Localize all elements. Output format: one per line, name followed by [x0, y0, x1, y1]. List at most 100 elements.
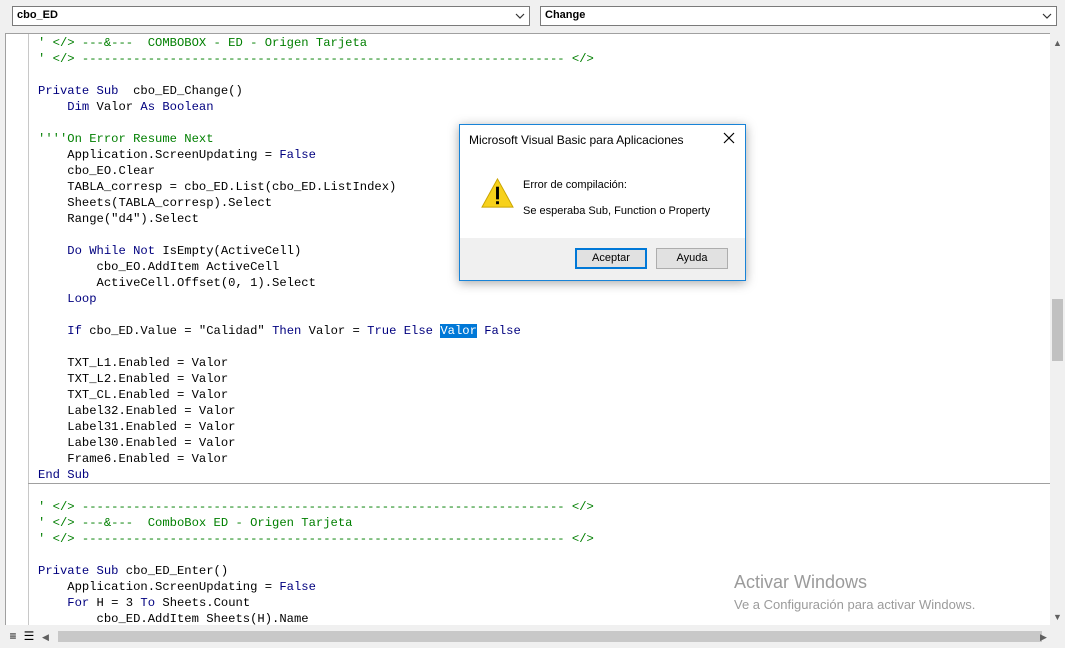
full-module-view-icon[interactable]: ☰ — [22, 629, 36, 643]
scroll-down-icon[interactable]: ▼ — [1050, 611, 1065, 623]
code-token: False — [484, 324, 521, 338]
code-line[interactable]: End Sub — [38, 467, 1051, 483]
code-line[interactable]: ' </> ---&--- COMBOBOX - ED - Origen Tar… — [38, 35, 1051, 51]
code-token: Valor — [89, 100, 141, 114]
code-token: Loop — [67, 292, 97, 306]
code-token: If — [67, 324, 82, 338]
code-line[interactable]: Label31.Enabled = Valor — [38, 419, 1051, 435]
object-combobox-value: cbo_ED — [17, 9, 58, 21]
scroll-up-icon[interactable]: ▲ — [1050, 37, 1065, 49]
selected-text: Valor — [440, 324, 477, 338]
code-line[interactable]: Label30.Enabled = Valor — [38, 435, 1051, 451]
code-token: cbo_ED_Change() — [118, 84, 243, 98]
error-detail: Se esperaba Sub, Function o Property — [523, 205, 711, 217]
vertical-scroll-thumb[interactable] — [1052, 299, 1063, 361]
code-token: cbo_EO.Clear — [38, 164, 156, 178]
activation-watermark-title: Activar Windows — [734, 572, 868, 592]
code-editor[interactable]: ' </> ---&--- COMBOBOX - ED - Origen Tar… — [5, 33, 1051, 626]
code-window-toolbar: cbo_ED Change — [0, 0, 1065, 32]
procedure-combobox[interactable]: Change — [540, 6, 1057, 26]
vertical-scrollbar[interactable]: ▲ ▼ — [1050, 33, 1065, 625]
code-line[interactable]: ' </> ----------------------------------… — [38, 51, 1051, 67]
horizontal-scroll-thumb[interactable] — [58, 631, 1042, 642]
code-line[interactable] — [38, 339, 1051, 355]
code-token: Valor = — [301, 324, 368, 338]
code-token: Label32.Enabled = Valor — [38, 404, 236, 418]
code-token: Range("d4").Select — [38, 212, 199, 226]
code-token: TXT_L2.Enabled = Valor — [38, 372, 229, 386]
code-token: Application.ScreenUpdating = — [38, 148, 280, 162]
code-line[interactable]: Application.ScreenUpdating = False — [38, 579, 1051, 595]
code-token: As Boolean — [140, 100, 214, 114]
code-token: ' </> ----------------------------------… — [38, 532, 594, 546]
code-token: Application.ScreenUpdating = — [38, 580, 280, 594]
procedure-view-icon[interactable]: ≡ — [6, 629, 20, 643]
code-line[interactable]: TXT_CL.Enabled = Valor — [38, 387, 1051, 403]
code-line[interactable]: If cbo_ED.Value = "Calidad" Then Valor =… — [38, 323, 1051, 339]
code-token: ' </> ---&--- ComboBox ED - Origen Tarje… — [38, 516, 353, 530]
code-token: False — [279, 148, 316, 162]
code-token: ActiveCell.Offset(0, 1).Select — [38, 276, 316, 290]
scroll-left-icon[interactable]: ◀ — [38, 631, 53, 643]
code-token: cbo_ED_Enter() — [118, 564, 229, 578]
margin-indicator-bar[interactable] — [6, 34, 29, 626]
code-line[interactable]: Frame6.Enabled = Valor — [38, 451, 1051, 467]
code-token: Private Sub — [38, 84, 119, 98]
code-token: Private Sub — [38, 564, 119, 578]
chevron-down-icon[interactable] — [1041, 10, 1053, 22]
code-token: IsEmpty(ActiveCell) — [155, 244, 302, 258]
code-token: TXT_L1.Enabled = Valor — [38, 356, 229, 370]
code-token: ' </> ---&--- COMBOBOX - ED - Origen Tar… — [38, 36, 368, 50]
code-line[interactable]: Private Sub cbo_ED_Change() — [38, 83, 1051, 99]
code-token: For — [67, 596, 90, 610]
scroll-right-icon[interactable]: ▶ — [1036, 631, 1051, 643]
warning-icon — [481, 177, 514, 208]
code-token: Sheets.Count — [155, 596, 251, 610]
code-line[interactable]: Loop — [38, 291, 1051, 307]
code-token: TXT_CL.Enabled = Valor — [38, 388, 229, 402]
code-token: Do While Not — [67, 244, 156, 258]
code-line[interactable] — [38, 67, 1051, 83]
code-token: Frame6.Enabled = Valor — [38, 452, 229, 466]
code-token: Label30.Enabled = Valor — [38, 436, 236, 450]
help-button[interactable]: Ayuda — [656, 248, 728, 269]
dialog-title: Microsoft Visual Basic para Aplicaciones — [469, 133, 684, 147]
code-token: Label31.Enabled = Valor — [38, 420, 236, 434]
object-combobox[interactable]: cbo_ED — [12, 6, 530, 26]
code-token: End Sub — [38, 468, 90, 482]
code-token: H = 3 — [89, 596, 141, 610]
code-line[interactable]: Dim Valor As Boolean — [38, 99, 1051, 115]
activation-watermark-detail: Ve a Configuración para activar Windows. — [734, 597, 976, 612]
dialog-footer: Aceptar Ayuda — [460, 238, 745, 280]
code-line[interactable]: TXT_L1.Enabled = Valor — [38, 355, 1051, 371]
code-token: True Else — [367, 324, 433, 338]
code-line[interactable]: Private Sub cbo_ED_Enter() — [38, 563, 1051, 579]
code-line[interactable]: cbo_ED.AddItem Sheets(H).Name — [38, 611, 1051, 626]
code-token: To — [140, 596, 156, 610]
code-line[interactable] — [38, 307, 1051, 323]
code-token: TABLA_corresp = cbo_ED.List(cbo_ED.ListI… — [38, 180, 397, 194]
code-line[interactable]: Label32.Enabled = Valor — [38, 403, 1051, 419]
compile-error-dialog: Microsoft Visual Basic para Aplicaciones… — [459, 124, 746, 281]
procedure-separator — [28, 483, 1051, 484]
error-heading: Error de compilación: — [523, 179, 627, 191]
code-line[interactable] — [38, 547, 1051, 563]
code-line[interactable]: ' </> ----------------------------------… — [38, 499, 1051, 515]
horizontal-scrollbar[interactable]: ≡ ☰ ◀ ▶ — [0, 625, 1065, 648]
code-line[interactable]: ' </> ---&--- ComboBox ED - Origen Tarje… — [38, 515, 1051, 531]
code-line[interactable]: ' </> ----------------------------------… — [38, 531, 1051, 547]
code-token: Dim — [67, 100, 90, 114]
code-line[interactable]: TXT_L2.Enabled = Valor — [38, 371, 1051, 387]
ok-button[interactable]: Aceptar — [575, 248, 647, 269]
code-token: False — [279, 580, 316, 594]
code-token: ' </> ----------------------------------… — [38, 52, 594, 66]
chevron-down-icon[interactable] — [514, 10, 526, 22]
procedure-combobox-value: Change — [545, 9, 586, 21]
close-icon[interactable] — [722, 131, 736, 145]
code-token: Sheets(TABLA_corresp).Select — [38, 196, 273, 210]
